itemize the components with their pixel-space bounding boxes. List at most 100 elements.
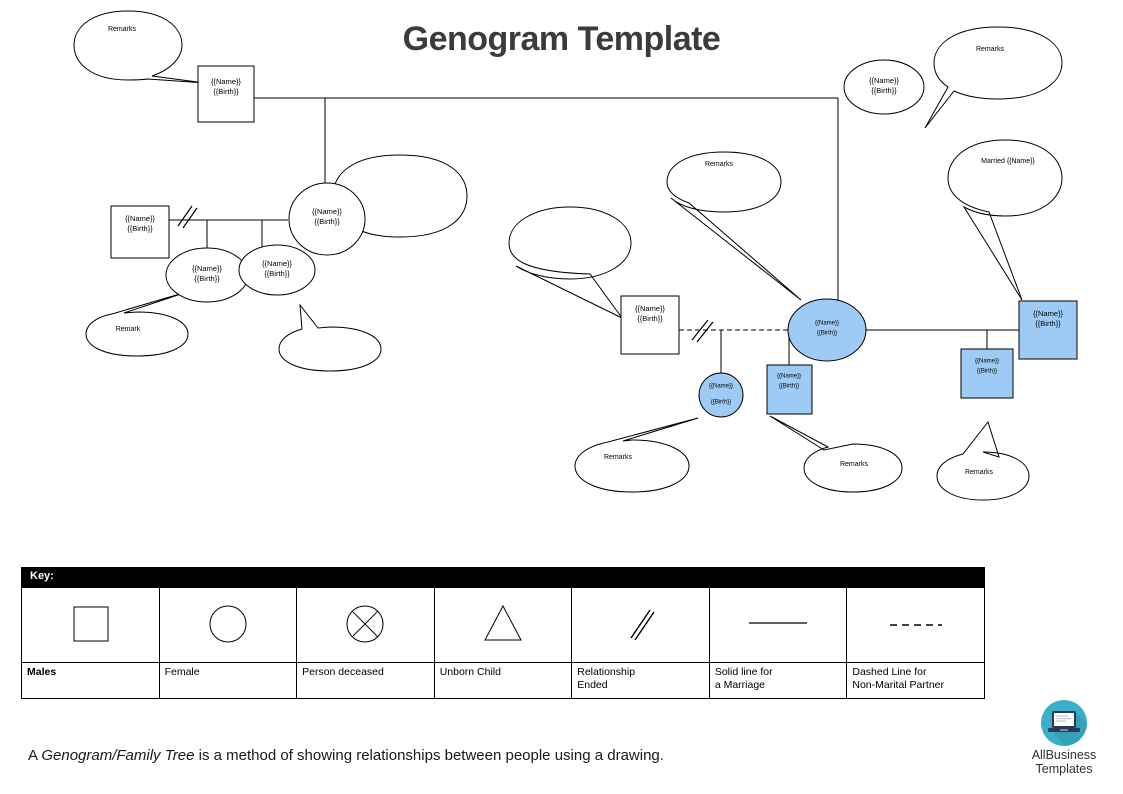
- footer-prefix: A: [28, 747, 42, 764]
- bubble-shape: [666, 151, 802, 301]
- square-icon: [73, 606, 109, 641]
- bubble-shape: [278, 303, 382, 372]
- key-symbol-relationship-ended: [571, 587, 710, 663]
- bubble-label: Remarks: [108, 26, 137, 33]
- dashed-line-icon: [889, 623, 942, 626]
- node-name: {{Name}}: [312, 207, 343, 216]
- bubble-shape: [574, 417, 699, 493]
- bubble-shape: [73, 10, 206, 84]
- node-name: {{Name}}: [125, 214, 156, 223]
- bubble-empty-centre-left[interactable]: [508, 206, 632, 319]
- bubble-remarks-top-right[interactable]: Remarks: [924, 26, 1063, 129]
- bubble-married-right[interactable]: Married {{Name}}: [947, 139, 1063, 301]
- node-circle-left-child-1[interactable]: {{Name}} {{Birth}}: [165, 247, 249, 303]
- node-circle-blue-index[interactable]: {{Name}} {{Birth}}: [787, 298, 867, 362]
- key-symbol-partner-line: [846, 587, 985, 663]
- node-name: {{Name}}: [815, 321, 839, 327]
- bubble-shape: [85, 290, 191, 357]
- node-birth: {{Birth}}: [213, 87, 239, 96]
- footer-italic-term: Genogram/Family Tree: [41, 747, 195, 764]
- node-name: {{Name}}: [211, 77, 242, 86]
- node-shape: [698, 372, 744, 418]
- key-label-line1: Female: [164, 666, 200, 678]
- allbusiness-templates-logo[interactable]: AllBusiness Templates: [1012, 700, 1116, 776]
- key-symbol-female: [158, 587, 298, 663]
- bubble-shape: [769, 415, 903, 493]
- node-birth: {{Birth}}: [637, 314, 663, 323]
- relationship-ended-slash-left-a: [177, 205, 193, 227]
- key-symbol-males: [21, 587, 160, 663]
- key-label-partner-line: Dashed Line for Non-Marital Partner: [846, 662, 985, 699]
- node-birth: {{Birth}}: [314, 217, 340, 226]
- key-label-relationship-ended: Relationship Ended: [571, 662, 710, 699]
- node-birth: {{Birth}}: [711, 400, 731, 406]
- relationship-ended-slash-left-b: [182, 207, 198, 229]
- key-symbol-deceased: [296, 587, 435, 663]
- genogram-diagram: Remarks Remarks Remarks Remark Married {…: [73, 10, 1078, 501]
- node-birth: {{Birth}}: [977, 369, 997, 375]
- key-label-unborn: Unborn Child: [433, 662, 573, 699]
- node-birth: {{Birth}}: [1035, 319, 1061, 328]
- genogram-template-page: Genogram Template Remarks Remarks Remark…: [0, 0, 1123, 794]
- bubble-empty-left-lower[interactable]: [278, 303, 382, 372]
- key-header-label: Key:: [21, 567, 985, 588]
- key-legend-table: Key: Males Female Person deceased Unborn…: [21, 567, 985, 699]
- node-birth: {{Birth}}: [871, 86, 897, 95]
- node-birth: {{Birth}}: [264, 269, 290, 278]
- node-square-left[interactable]: {{Name}} {{Birth}}: [110, 205, 170, 259]
- key-label-line1: Relationship: [577, 666, 636, 678]
- bubble-remarks-centre[interactable]: Remarks: [666, 151, 802, 301]
- crossed-circle-icon: [346, 605, 384, 642]
- node-birth: {{Birth}}: [127, 224, 153, 233]
- key-header-row: Key:: [21, 567, 985, 588]
- key-symbol-row: [21, 587, 985, 663]
- double-slash-icon: [629, 609, 655, 640]
- node-square-centre[interactable]: {{Name}} {{Birth}}: [620, 295, 680, 355]
- key-symbol-marriage-line: [708, 587, 848, 663]
- key-label-line2: Ended: [577, 679, 608, 691]
- triangle-icon: [484, 604, 522, 640]
- node-name: {{Name}}: [1033, 309, 1064, 318]
- node-name: {{Name}}: [635, 304, 666, 313]
- node-circle-blue-child[interactable]: {{Name}} {{Birth}}: [698, 372, 744, 418]
- bubble-shape: [508, 206, 632, 319]
- footer-description: A Genogram/Family Tree is a method of sh…: [28, 747, 664, 764]
- relationship-ended-slash-centre-b: [696, 321, 714, 343]
- key-label-row: Males Female Person deceased Unborn Chil…: [21, 662, 985, 699]
- node-circle-left-child-2[interactable]: {{Name}} {{Birth}}: [238, 244, 316, 296]
- bubble-remarks-lower-centre-left[interactable]: Remarks: [574, 417, 699, 493]
- logo-line2: Templates: [1035, 762, 1093, 776]
- key-label-line1: Dashed Line for: [852, 666, 927, 678]
- node-square-top-left[interactable]: {{Name}} {{Birth}}: [197, 65, 255, 123]
- key-label-line1: Person deceased: [302, 666, 384, 678]
- circle-icon: [209, 605, 247, 642]
- node-circle-upper-middle[interactable]: {{Name}} {{Birth}}: [288, 182, 366, 256]
- bubble-remark-left[interactable]: Remark: [85, 290, 191, 357]
- bubble-label: Remarks: [965, 469, 994, 476]
- bubble-label: Remarks: [840, 461, 869, 468]
- solid-line-icon: [749, 621, 808, 624]
- footer-suffix: is a method of showing relationships bet…: [194, 747, 664, 764]
- node-name: {{Name}}: [262, 259, 293, 268]
- node-name: {{Name}}: [869, 76, 900, 85]
- node-name: {{Name}}: [975, 359, 999, 365]
- logo-text: AllBusiness Templates: [1012, 748, 1116, 776]
- node-birth: {{Birth}}: [817, 331, 837, 337]
- node-circle-top-right[interactable]: {{Name}} {{Birth}}: [843, 59, 925, 115]
- key-label-line1: Unborn Child: [439, 666, 501, 678]
- node-square-blue-child-centre[interactable]: {{Name}} {{Birth}}: [766, 364, 813, 415]
- node-square-blue-child-right[interactable]: {{Name}} {{Birth}}: [960, 348, 1014, 399]
- bubble-remarks-lower-right[interactable]: Remarks: [936, 420, 1030, 501]
- logo-line1: AllBusiness: [1031, 748, 1097, 762]
- bubble-label: Remarks: [705, 161, 734, 168]
- node-birth: {{Birth}}: [779, 384, 799, 390]
- laptop-icon: [1041, 700, 1087, 746]
- node-name: {{Name}}: [777, 374, 801, 380]
- node-name: {{Name}}: [192, 264, 223, 273]
- key-label-marriage-line: Solid line for a Marriage: [708, 662, 848, 699]
- key-label-female: Female: [158, 662, 298, 699]
- bubble-remarks-lower-centre-right[interactable]: Remarks: [769, 415, 903, 493]
- bubble-remarks-top-left[interactable]: Remarks: [73, 10, 206, 84]
- node-square-blue-spouse-right[interactable]: {{Name}} {{Birth}}: [1018, 300, 1078, 360]
- bubble-label: Remarks: [976, 46, 1005, 53]
